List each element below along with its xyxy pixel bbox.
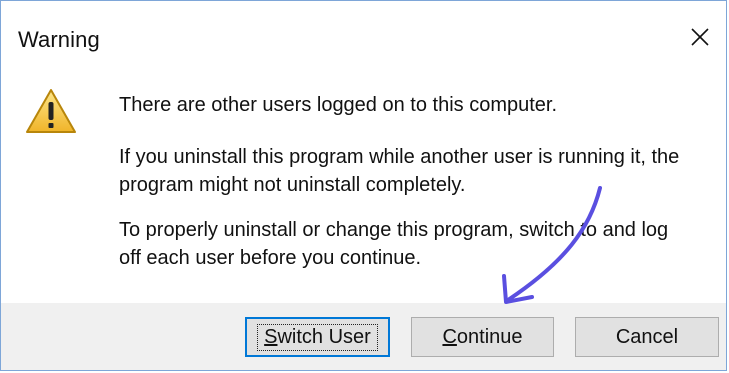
continue-button[interactable]: Continue <box>411 317 554 357</box>
warning-icon <box>26 89 76 133</box>
message-paragraph-2: If you uninstall this program while anot… <box>119 143 679 199</box>
close-icon <box>691 28 709 46</box>
message-line-1: There are other users logged on to this … <box>119 94 558 116</box>
message-paragraph-3-line-1: To properly uninstall or change this pro… <box>119 219 669 241</box>
switch-user-label-rest: witch User <box>277 325 371 348</box>
dialog-content: There are other users logged on to this … <box>1 67 726 303</box>
switch-user-button[interactable]: Switch User <box>245 317 390 357</box>
message-paragraph-3: To properly uninstall or change this pro… <box>119 216 668 272</box>
button-bar: Switch User Continue Cancel <box>1 303 726 370</box>
switch-user-mnemonic: S <box>264 325 278 348</box>
continue-mnemonic: C <box>442 325 457 348</box>
cancel-button[interactable]: Cancel <box>575 317 719 357</box>
switch-user-label: Switch User <box>257 323 378 351</box>
window-title: Warning <box>18 27 100 52</box>
title-bar[interactable]: Warning <box>1 1 726 67</box>
message-paragraph-2-line-1: If you uninstall this program while anot… <box>119 146 680 168</box>
continue-label: Continue <box>442 326 522 349</box>
message-paragraph-3-line-2: off each user before you continue. <box>119 247 422 269</box>
close-button[interactable] <box>680 19 720 55</box>
message-paragraph-2-line-2: program might not uninstall completely. <box>119 174 466 196</box>
warning-dialog: Warning There are other users logged on … <box>0 0 727 371</box>
continue-label-rest: ontinue <box>456 325 523 348</box>
